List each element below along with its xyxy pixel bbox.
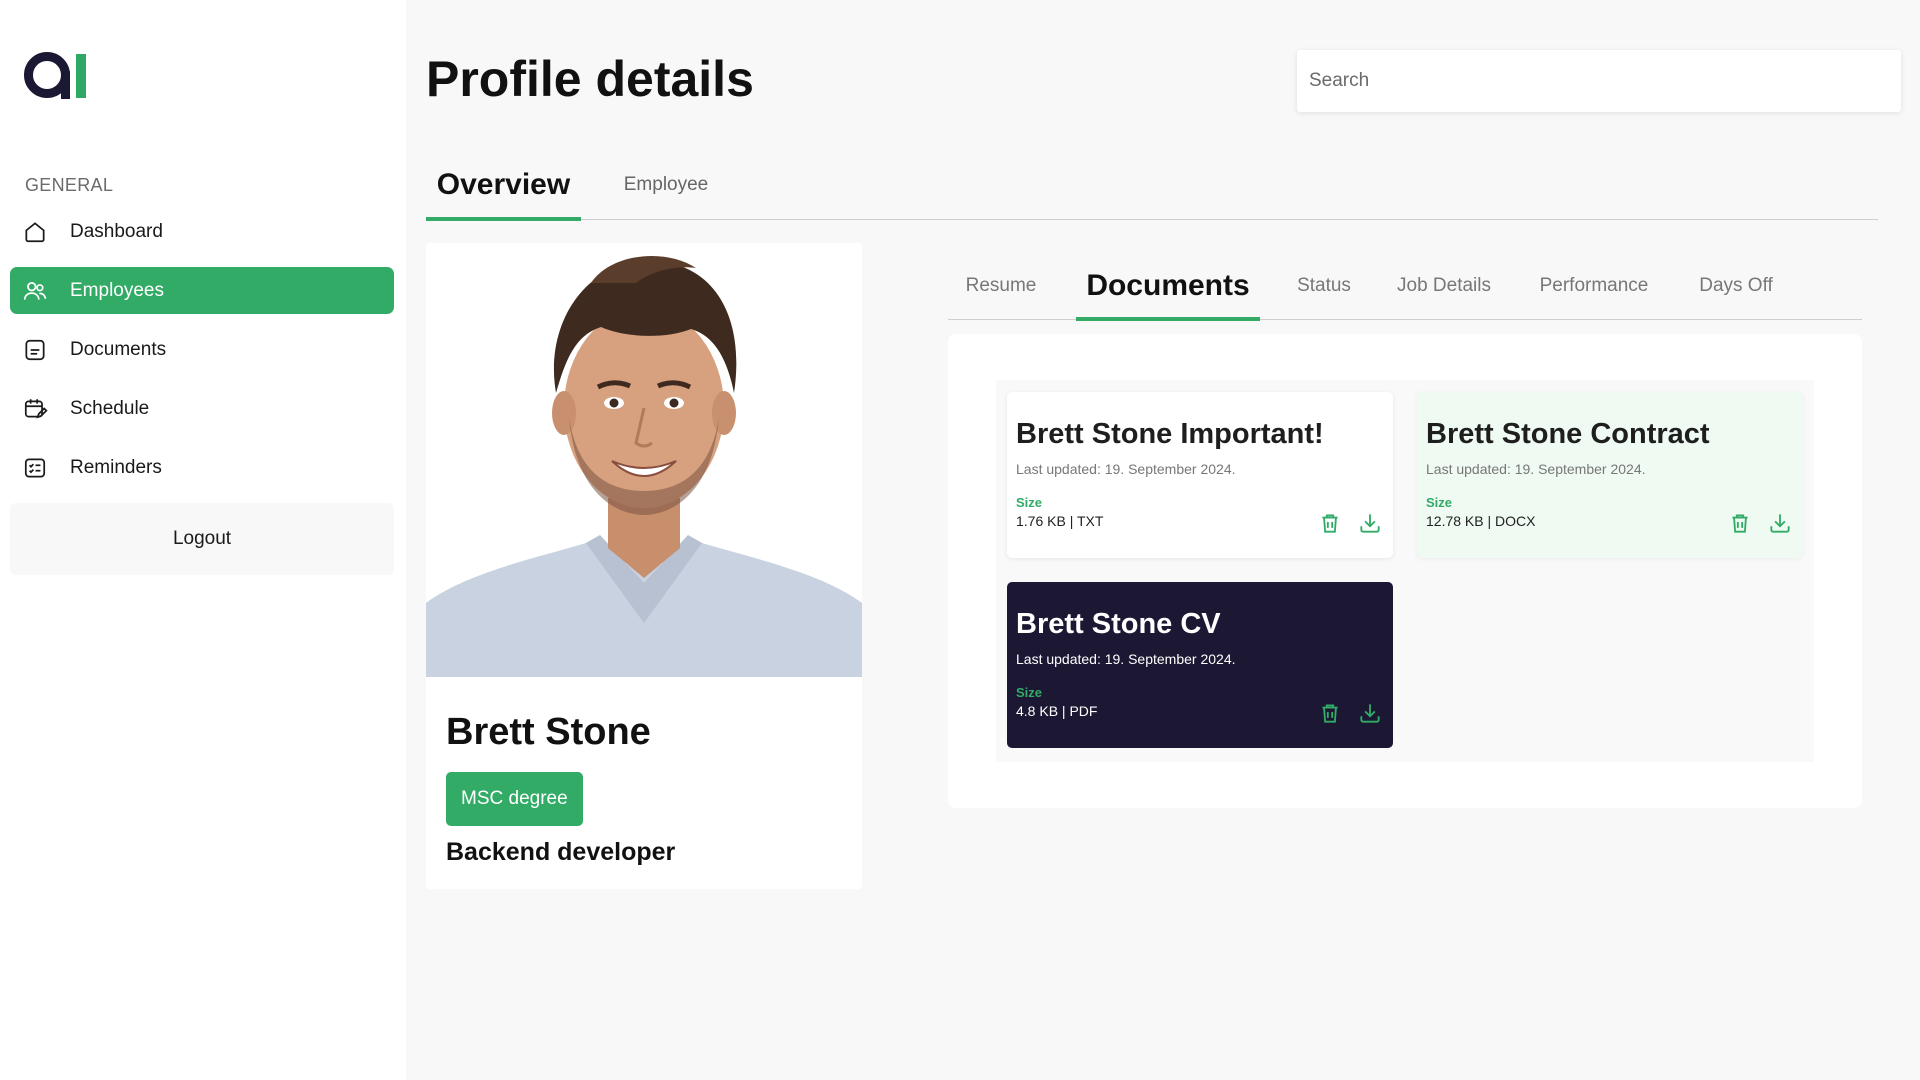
sidebar-item-label: Reminders bbox=[70, 456, 162, 478]
document-title: Brett Stone Contract bbox=[1426, 418, 1710, 450]
sidebar-item-label: Schedule bbox=[70, 397, 150, 419]
sidebar-item-documents[interactable]: Documents bbox=[10, 326, 394, 373]
document-card[interactable]: Brett Stone Contract Last updated: 19. S… bbox=[1417, 392, 1803, 558]
sidebar-item-schedule[interactable]: Schedule bbox=[10, 385, 394, 432]
download-icon[interactable] bbox=[1357, 510, 1383, 536]
document-icon bbox=[22, 337, 48, 363]
document-actions bbox=[1317, 700, 1383, 726]
document-actions bbox=[1727, 510, 1793, 536]
document-updated: Last updated: 19. September 2024. bbox=[1016, 461, 1236, 477]
profile-sub-tabs: Resume Documents Status Job Details Perf… bbox=[948, 252, 1862, 321]
profile-name: Brett Stone bbox=[446, 711, 651, 753]
checklist-icon bbox=[22, 455, 48, 481]
document-card[interactable]: Brett Stone Important! Last updated: 19.… bbox=[1007, 392, 1393, 558]
documents-grid: Brett Stone Important! Last updated: 19.… bbox=[996, 380, 1814, 762]
logo-letter-l bbox=[76, 54, 86, 98]
tab-performance[interactable]: Performance bbox=[1524, 252, 1664, 320]
download-icon[interactable] bbox=[1767, 510, 1793, 536]
tab-status[interactable]: Status bbox=[1284, 252, 1364, 320]
profile-card: Brett Stone MSC degree Backend developer bbox=[426, 243, 862, 889]
document-updated: Last updated: 19. September 2024. bbox=[1426, 461, 1646, 477]
sidebar-item-employees[interactable]: Employees bbox=[10, 267, 394, 314]
main-tabs: Overview Employee bbox=[426, 150, 1878, 221]
tab-employee[interactable]: Employee bbox=[601, 150, 731, 220]
document-card[interactable]: Brett Stone CV Last updated: 19. Septemb… bbox=[1007, 582, 1393, 748]
calendar-edit-icon bbox=[22, 396, 48, 422]
tab-days-off[interactable]: Days Off bbox=[1688, 252, 1784, 320]
logout-button[interactable]: Logout bbox=[10, 503, 394, 575]
tab-overview[interactable]: Overview bbox=[426, 150, 581, 221]
sidebar: GENERAL Dashboard Employees Documents Sc… bbox=[0, 0, 406, 1080]
logo-letter-a bbox=[24, 52, 70, 99]
document-actions bbox=[1317, 510, 1383, 536]
tab-job-details[interactable]: Job Details bbox=[1388, 252, 1500, 320]
sidebar-item-label: Dashboard bbox=[70, 220, 163, 242]
tab-resume[interactable]: Resume bbox=[948, 252, 1054, 320]
trash-icon[interactable] bbox=[1317, 510, 1343, 536]
document-title: Brett Stone CV bbox=[1016, 608, 1221, 640]
document-size-label: Size bbox=[1016, 495, 1043, 510]
tab-documents[interactable]: Documents bbox=[1076, 252, 1260, 321]
users-icon bbox=[22, 278, 48, 304]
documents-panel: Brett Stone Important! Last updated: 19.… bbox=[948, 334, 1862, 808]
search-input[interactable] bbox=[1297, 50, 1901, 112]
document-title: Brett Stone Important! bbox=[1016, 418, 1324, 450]
download-icon[interactable] bbox=[1357, 700, 1383, 726]
document-size-label: Size bbox=[1426, 495, 1453, 510]
degree-badge: MSC degree bbox=[446, 772, 583, 826]
home-icon bbox=[22, 219, 48, 245]
app-logo[interactable] bbox=[24, 52, 86, 99]
sidebar-item-label: Documents bbox=[70, 338, 167, 360]
trash-icon[interactable] bbox=[1317, 700, 1343, 726]
document-updated: Last updated: 19. September 2024. bbox=[1016, 651, 1236, 667]
sidebar-nav: Dashboard Employees Documents Schedule R bbox=[10, 208, 394, 575]
trash-icon[interactable] bbox=[1727, 510, 1753, 536]
profile-photo bbox=[426, 243, 862, 677]
sidebar-item-dashboard[interactable]: Dashboard bbox=[10, 208, 394, 255]
section-label-general: GENERAL bbox=[25, 175, 114, 195]
profile-role: Backend developer bbox=[446, 838, 676, 866]
sidebar-item-reminders[interactable]: Reminders bbox=[10, 444, 394, 491]
profile-photo-illustration bbox=[426, 243, 862, 677]
page-title: Profile details bbox=[426, 51, 754, 107]
document-size-label: Size bbox=[1016, 685, 1043, 700]
sidebar-item-label: Employees bbox=[70, 279, 164, 301]
